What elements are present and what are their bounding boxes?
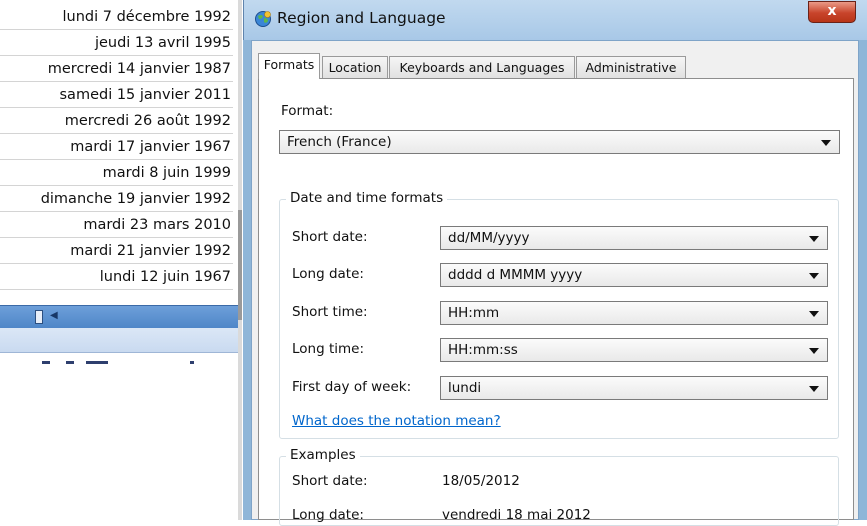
- example-long-date-value: vendredi 18 mai 2012: [442, 507, 591, 523]
- example-short-date-value: 18/05/2012: [442, 473, 520, 489]
- datetime-formats-group: Date and time formats Short date: dd/MM/…: [279, 190, 839, 439]
- scrollbar-thumb[interactable]: [35, 310, 43, 324]
- close-button[interactable]: x: [808, 1, 856, 23]
- table-row[interactable]: mardi 23 mars 2010: [0, 212, 233, 238]
- table-row[interactable]: mardi 17 janvier 1967: [0, 134, 233, 160]
- dialog-client: Formats Location Keyboards and Languages…: [251, 40, 859, 526]
- table-row[interactable]: dimanche 19 janvier 1992: [0, 186, 233, 212]
- tab-keyboards-languages[interactable]: Keyboards and Languages: [389, 56, 575, 78]
- tab-administrative[interactable]: Administrative: [576, 56, 686, 78]
- first-day-select[interactable]: lundi: [440, 376, 828, 400]
- sheet-tab-strip: [0, 328, 238, 353]
- long-time-label: Long time:: [292, 341, 365, 357]
- title-bar[interactable]: Region and Language x: [243, 0, 867, 40]
- fragment-mark: [190, 361, 194, 364]
- chevron-down-icon: [809, 348, 819, 354]
- spreadsheet: lundi 7 décembre 1992 jeudi 13 avril 199…: [0, 0, 240, 520]
- region-language-dialog: Region and Language x Formats Location K…: [243, 0, 867, 526]
- short-date-value: dd/MM/yyyy: [448, 230, 530, 246]
- long-date-label: Long date:: [292, 266, 364, 282]
- short-time-label: Short time:: [292, 304, 368, 320]
- table-row[interactable]: mercredi 26 août 1992: [0, 108, 233, 134]
- horizontal-scrollbar[interactable]: ◀: [0, 305, 238, 328]
- globe-icon: [255, 11, 271, 27]
- first-day-value: lundi: [448, 380, 482, 396]
- chevron-down-icon: [809, 273, 819, 279]
- tab-formats[interactable]: Formats: [258, 53, 320, 79]
- tab-location[interactable]: Location: [322, 56, 388, 78]
- table-row[interactable]: lundi 7 décembre 1992: [0, 4, 233, 30]
- chevron-down-icon: [809, 311, 819, 317]
- date-column: lundi 7 décembre 1992 jeudi 13 avril 199…: [0, 4, 233, 290]
- first-day-label: First day of week:: [292, 379, 412, 395]
- scroll-left-icon[interactable]: ◀: [50, 310, 58, 321]
- group-title: Date and time formats: [286, 190, 448, 206]
- format-select[interactable]: French (France): [279, 130, 840, 154]
- format-label: Format:: [281, 103, 334, 119]
- vertical-scrollbar[interactable]: [238, 0, 242, 520]
- table-row[interactable]: samedi 15 janvier 2011: [0, 82, 233, 108]
- chevron-down-icon: [809, 386, 819, 392]
- short-time-select[interactable]: HH:mm: [440, 301, 828, 325]
- notation-help-link[interactable]: What does the notation mean?: [292, 413, 501, 429]
- chevron-down-icon: [809, 236, 819, 242]
- group-title: Examples: [286, 447, 360, 463]
- long-time-select[interactable]: HH:mm:ss: [440, 338, 828, 362]
- table-row[interactable]: mercredi 14 janvier 1987: [0, 56, 233, 82]
- example-short-date-label: Short date:: [292, 473, 368, 489]
- short-time-value: HH:mm: [448, 305, 500, 321]
- table-row[interactable]: lundi 12 juin 1967: [0, 264, 233, 290]
- table-row[interactable]: mardi 8 juin 1999: [0, 160, 233, 186]
- fragment-mark: [86, 361, 108, 364]
- long-date-value: dddd d MMMM yyyy: [448, 267, 583, 283]
- examples-group: Examples Short date: 18/05/2012 Long dat…: [279, 447, 839, 526]
- formats-panel: Format: French (France) Date and time fo…: [258, 78, 854, 526]
- sheet-fragment: [0, 353, 238, 369]
- short-date-select[interactable]: dd/MM/yyyy: [440, 226, 828, 250]
- short-date-label: Short date:: [292, 229, 368, 245]
- long-date-select[interactable]: dddd d MMMM yyyy: [440, 263, 828, 287]
- table-row[interactable]: mardi 21 janvier 1992: [0, 238, 233, 264]
- format-select-value: French (France): [287, 134, 392, 150]
- example-long-date-label: Long date:: [292, 507, 364, 523]
- scrollbar-thumb[interactable]: [238, 210, 242, 320]
- table-row[interactable]: jeudi 13 avril 1995: [0, 30, 233, 56]
- fragment-mark: [66, 361, 74, 364]
- long-time-value: HH:mm:ss: [448, 342, 518, 358]
- chevron-down-icon: [821, 140, 831, 146]
- dialog-title: Region and Language: [277, 9, 446, 27]
- fragment-mark: [42, 361, 50, 364]
